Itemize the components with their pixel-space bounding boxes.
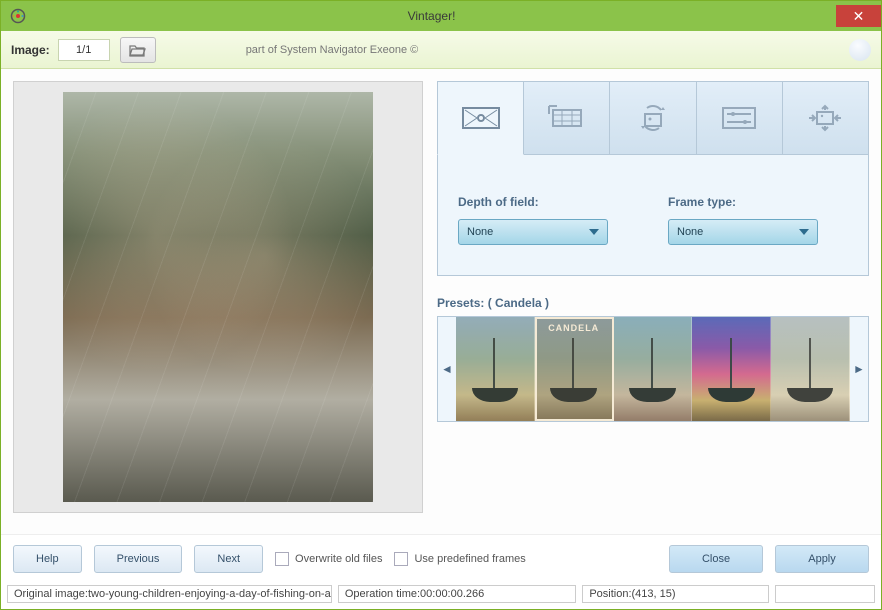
predefined-frames-checkbox[interactable]: Use predefined frames [394, 552, 525, 566]
effects-icon [461, 104, 501, 132]
chevron-left-icon: ◄ [441, 362, 453, 376]
app-icon [9, 7, 27, 25]
close-window-button[interactable]: ✕ [836, 5, 881, 27]
presets-thumbs: CANDELA [456, 317, 850, 421]
preset-thumb[interactable] [771, 317, 850, 421]
app-window: Vintager! ✕ Image: 1/1 part of System Na… [0, 0, 882, 610]
depth-of-field-dropdown[interactable]: None [458, 219, 608, 245]
preset-thumb-selected[interactable]: CANDELA [535, 317, 614, 421]
presets-scroll-right[interactable]: ► [850, 317, 868, 421]
chevron-right-icon: ► [853, 362, 865, 376]
presets-label: Presets: ( Candela ) [437, 296, 869, 310]
folder-open-icon [129, 43, 147, 57]
previous-button[interactable]: Previous [94, 545, 183, 573]
checkbox-icon [394, 552, 408, 566]
depth-of-field-value: None [467, 226, 493, 238]
tagline: part of System Navigator Exeone © [246, 44, 419, 56]
preset-thumb[interactable] [692, 317, 771, 421]
resize-icon [805, 104, 845, 132]
frame-type-value: None [677, 226, 703, 238]
open-folder-button[interactable] [120, 37, 156, 63]
checkbox-icon [275, 552, 289, 566]
depth-of-field-label: Depth of field: [458, 195, 608, 209]
status-position: Position: (413, 15) [582, 585, 769, 603]
tool-tabs [437, 81, 869, 155]
image-preview-panel [13, 81, 423, 513]
tab-rotate[interactable] [610, 81, 696, 155]
image-label: Image: [11, 43, 50, 57]
status-operation-time: Operation time: 00:00:00.266 [338, 585, 576, 603]
frame-type-label: Frame type: [668, 195, 818, 209]
next-button[interactable]: Next [194, 545, 263, 573]
tab-adjust[interactable] [697, 81, 783, 155]
crop-icon [547, 104, 587, 132]
titlebar[interactable]: Vintager! ✕ [1, 1, 881, 31]
tab-effects[interactable] [437, 81, 524, 155]
predefined-frames-label: Use predefined frames [414, 553, 525, 565]
bottom-bar: Help Previous Next Overwrite old files U… [1, 534, 881, 583]
preview-image[interactable] [63, 92, 373, 502]
overwrite-label: Overwrite old files [295, 553, 382, 565]
preset-thumb[interactable] [456, 317, 535, 421]
image-counter: 1/1 [58, 39, 110, 61]
status-empty [775, 585, 875, 603]
close-button[interactable]: Close [669, 545, 763, 573]
chevron-down-icon [799, 229, 809, 235]
tab-crop[interactable] [524, 81, 610, 155]
main-body: Depth of field: None Frame type: None [1, 69, 881, 534]
close-icon: ✕ [853, 8, 865, 25]
presets-scroll-left[interactable]: ◄ [438, 317, 456, 421]
presets-section: Presets: ( Candela ) ◄ CANDELA ► [437, 296, 869, 422]
overwrite-checkbox[interactable]: Overwrite old files [275, 552, 382, 566]
status-original-image: Original image: two-young-children-enjoy… [7, 585, 332, 603]
tab-panel-effects: Depth of field: None Frame type: None [437, 155, 869, 276]
sliders-icon [719, 104, 759, 132]
presets-strip: ◄ CANDELA ► [437, 316, 869, 422]
chevron-down-icon [589, 229, 599, 235]
window-title: Vintager! [27, 9, 836, 23]
rotate-icon [633, 104, 673, 132]
brand-logo [849, 39, 871, 61]
help-button[interactable]: Help [13, 545, 82, 573]
right-panel: Depth of field: None Frame type: None [437, 81, 869, 534]
preset-thumb[interactable] [614, 317, 693, 421]
preset-name: CANDELA [535, 323, 613, 333]
frame-type-dropdown[interactable]: None [668, 219, 818, 245]
status-bar: Original image: two-young-children-enjoy… [1, 583, 881, 609]
toolbar: Image: 1/1 part of System Navigator Exeo… [1, 31, 881, 69]
tab-resize[interactable] [783, 81, 869, 155]
apply-button[interactable]: Apply [775, 545, 869, 573]
